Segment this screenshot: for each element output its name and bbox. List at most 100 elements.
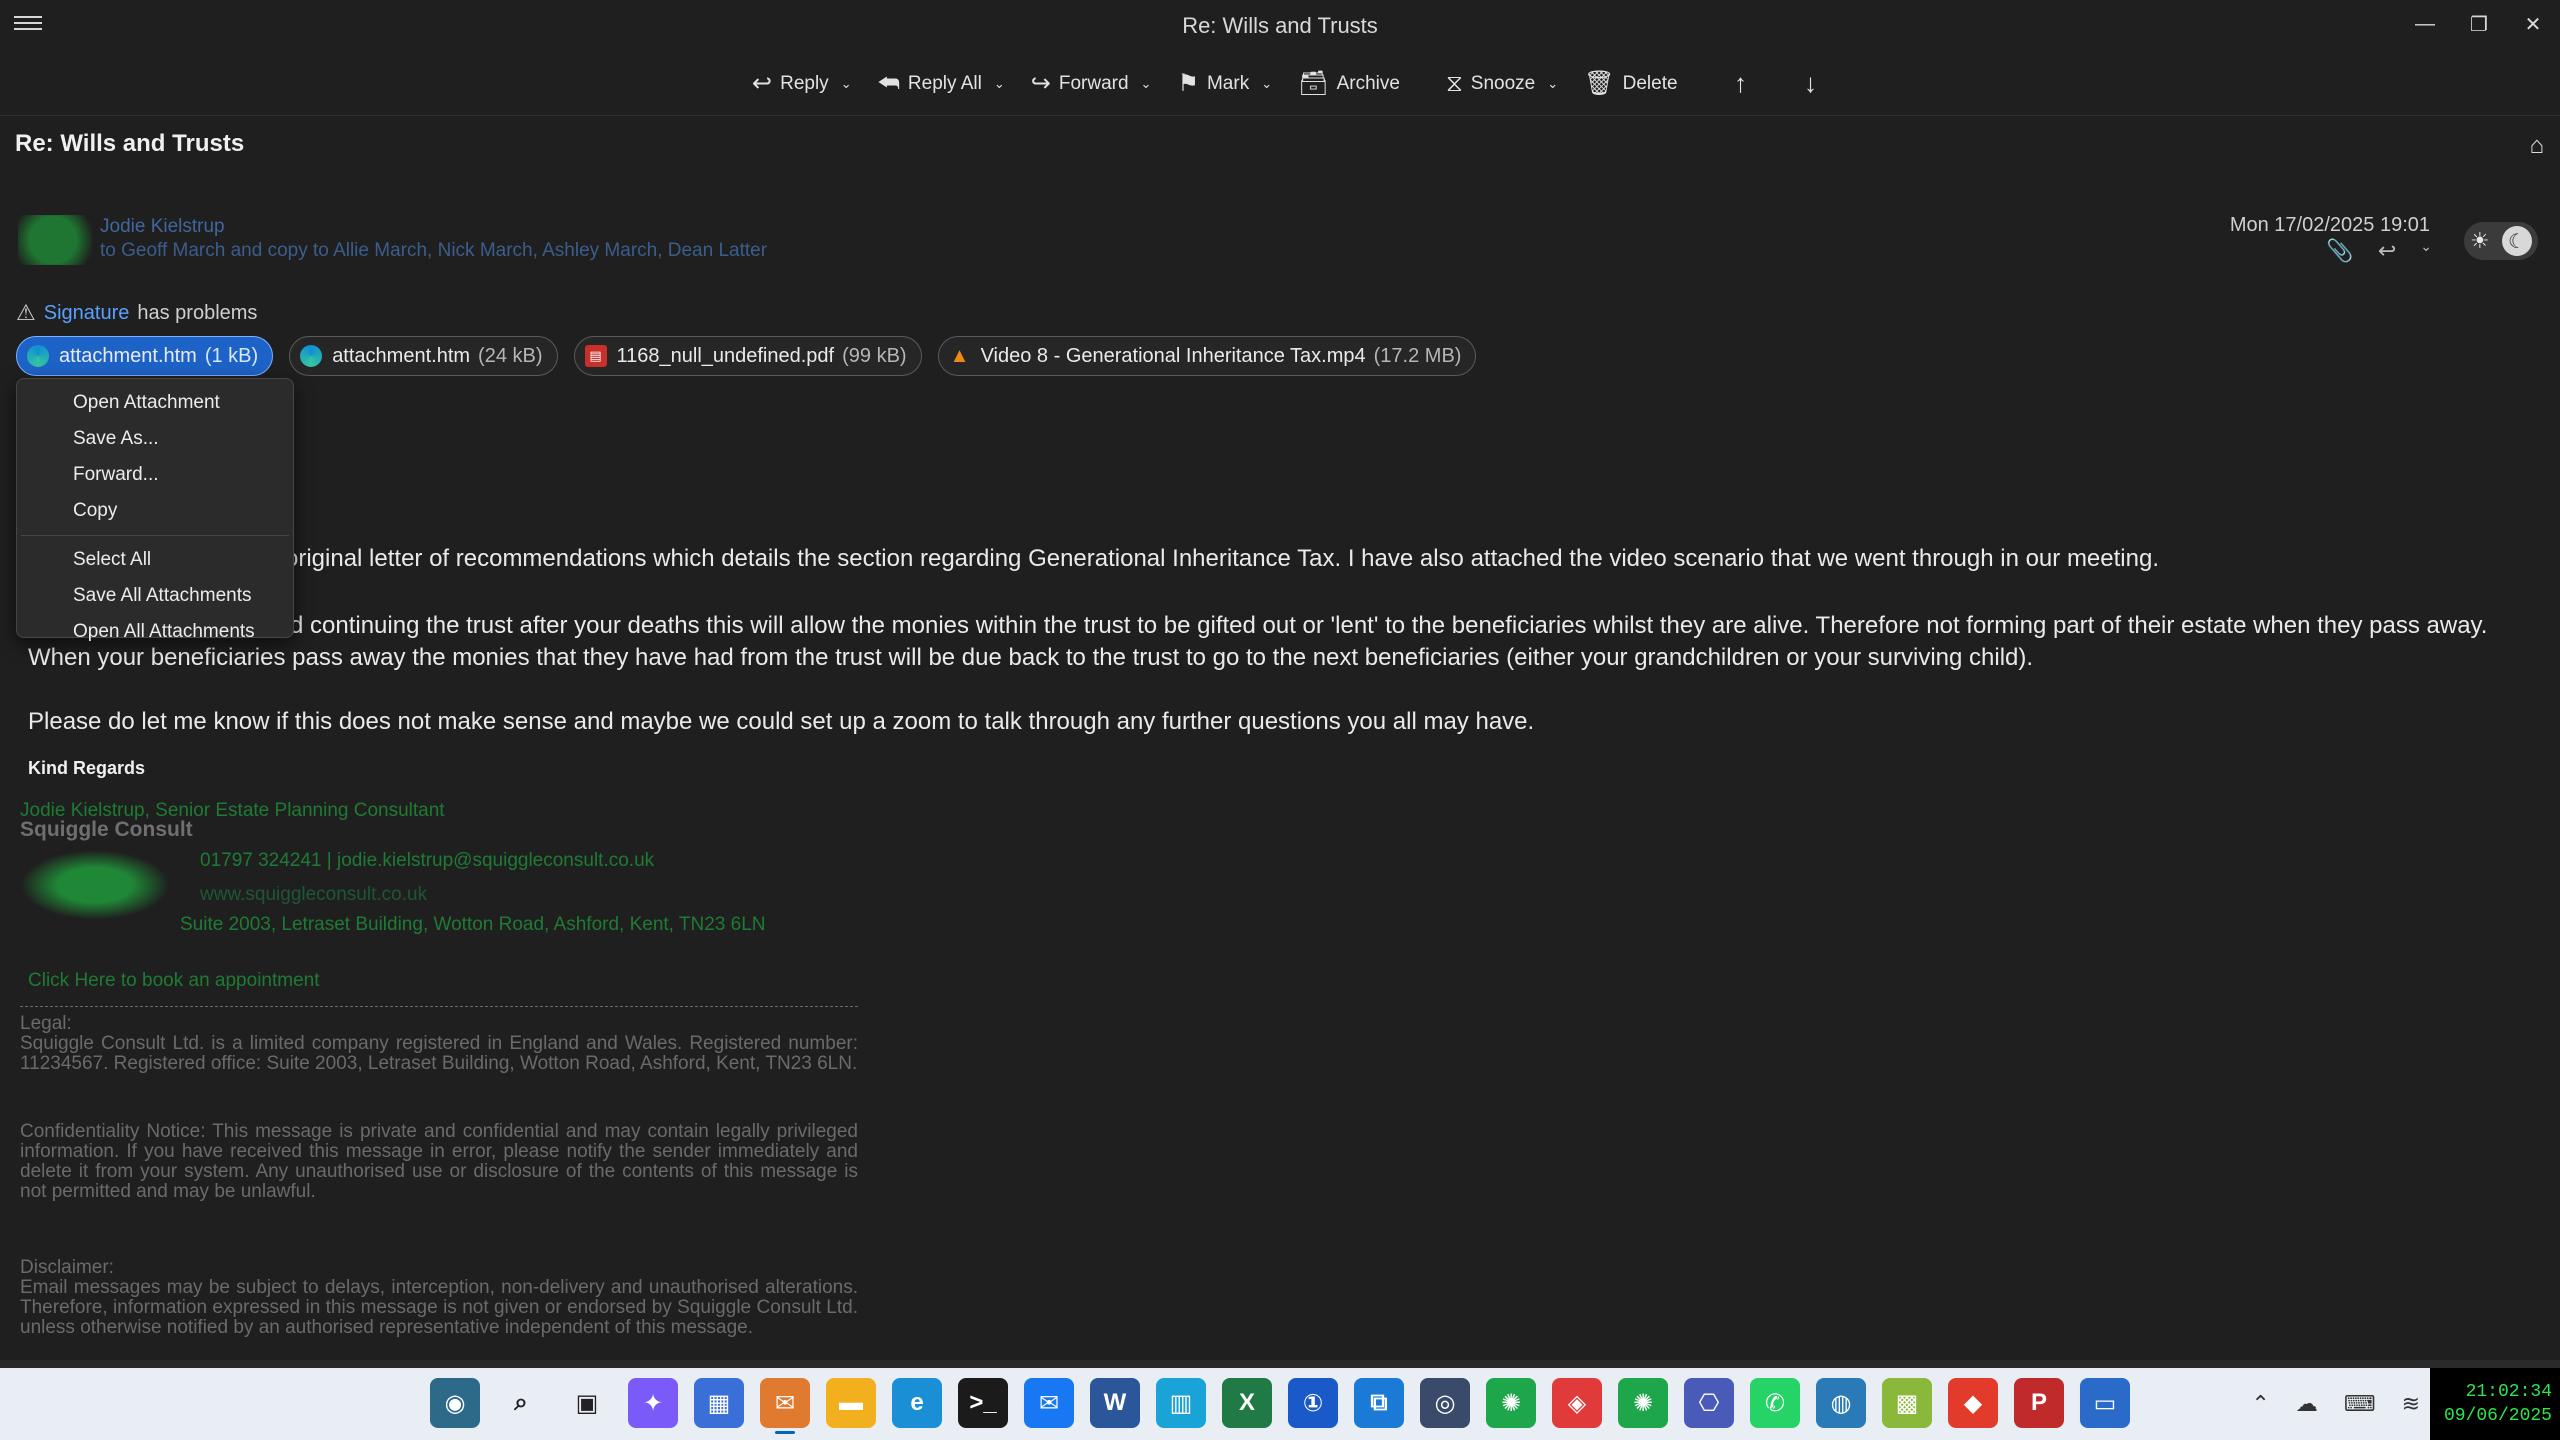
chevron-down-icon[interactable]: ⌄ [841,76,852,92]
app-green-2-icon[interactable]: ✺ [1618,1378,1668,1428]
chevron-down-icon[interactable]: ⌄ [2420,238,2432,264]
wifi-icon[interactable]: ≋ [2402,1391,2420,1417]
theme-toggle[interactable]: ☀ ☾ [2464,222,2538,260]
window-controls: — ❐ ✕ [2398,0,2560,48]
chevron-down-icon[interactable]: ⌄ [1261,76,1272,92]
chevron-down-icon[interactable]: ⌄ [994,76,1005,92]
forward-icon: ↪ [1030,70,1051,97]
keyboard-icon[interactable]: ⌨ [2344,1391,2376,1417]
tag-icon[interactable]: ⌂ [2530,132,2545,160]
reply-label: Reply [780,72,829,94]
signature-warning-text: has problems [137,301,258,324]
snooze-label: Snooze [1470,72,1536,94]
menu-save-all-attachments[interactable]: Save All Attachments [17,578,293,614]
vpn-icon[interactable]: ◍ [1816,1378,1866,1428]
attachment-size: (1 kB) [204,344,259,367]
flag-icon: ⚑ [1177,70,1199,97]
signature-address: Suite 2003, Letraset Building, Wotton Ro… [180,914,766,935]
menu-copy[interactable]: Copy [17,493,293,529]
calendar-icon[interactable]: ▦ [694,1378,744,1428]
onedrive-icon[interactable]: ☁ [2296,1391,2318,1417]
title-bar: Re: Wills and Trusts — ❐ ✕ [0,0,2560,52]
menu-open-attachment[interactable]: Open Attachment [17,385,293,421]
signature-link[interactable]: Signature [44,302,130,325]
whatsapp-icon[interactable]: ✆ [1750,1378,1800,1428]
archive-button[interactable]: 🗃 Archive [1290,64,1408,104]
camera-icon[interactable]: ◎ [1420,1378,1470,1428]
signature-company: Squiggle Consult [20,818,193,841]
messenger-icon[interactable]: ✉ [1024,1378,1074,1428]
attachment-chip[interactable]: attachment.htm (1 kB) [16,336,274,376]
excel-icon[interactable]: X [1222,1378,1272,1428]
menu-icon[interactable] [14,12,42,36]
reply-button[interactable]: ↩ Reply ⌄ [744,64,860,104]
1password-icon[interactable]: ① [1288,1378,1338,1428]
snooze-button[interactable]: ⧖ Snooze ⌄ [1438,64,1566,104]
sign-off: Kind Regards [28,758,146,778]
body-paragraph: original letter of recommendations which… [285,545,2159,572]
attachment-name: 1168_null_undefined.pdf [616,344,835,367]
restore-button[interactable]: ❐ [2452,0,2506,48]
clock[interactable]: 21:02:34 09/06/2025 [2430,1368,2560,1440]
search-icon[interactable]: ⌕ [496,1378,546,1428]
azure-data-icon[interactable]: ▥ [1156,1378,1206,1428]
app-checker-icon[interactable]: ▩ [1882,1378,1932,1428]
mark-button[interactable]: ⚑ Mark ⌄ [1169,64,1280,104]
menu-open-all-attachments[interactable]: Open All Attachments [17,614,293,650]
message-toolbar: ↩ Reply ⌄ ⮪ Reply All ⌄ ↪ Forward ⌄ ⚑ Ma… [0,52,2560,116]
taskbar-apps: ◉ ⌕ ▣ ✦ ▦ ✉ ▬ e >_ ✉ W ▥ X ① ⧉ ◎ ✺ ◈ ✺ ⎔ ✆ ◍ ▩ ◆ P ▭ [430,1378,2130,1434]
word-icon[interactable]: W [1090,1378,1140,1428]
book-appointment-link[interactable]: Click Here to book an appointment [28,970,320,992]
widgets-icon[interactable]: ◉ [430,1378,480,1428]
next-message-icon[interactable]: ↓ [1786,68,1836,99]
vlc-icon: ▲ [949,344,970,367]
forward-button[interactable]: ↪ Forward ⌄ [1023,64,1160,104]
attachment-chip[interactable]: attachment.htm (24 kB) [289,336,558,376]
taskview-icon[interactable]: ▣ [562,1378,612,1428]
terminal-icon[interactable]: >_ [958,1378,1008,1428]
app-red-icon[interactable]: ◈ [1552,1378,1602,1428]
delete-button[interactable]: 🗑 Delete [1576,64,1685,104]
copilot-icon[interactable]: ✦ [628,1378,678,1428]
confidentiality-text: Confidentiality Notice: This message is … [20,1121,858,1202]
reply-all-button[interactable]: ⮪ Reply All ⌄ [870,64,1013,104]
chevron-down-icon[interactable]: ⌄ [1547,76,1558,92]
edge-icon [300,345,323,367]
minimize-button[interactable]: — [2398,0,2452,48]
pdf-app-icon[interactable]: P [2014,1378,2064,1428]
signature-warning: ⚠ Signature has problems [16,300,257,326]
message-subject: Re: Wills and Trusts [15,130,245,157]
sender-name[interactable]: Jodie Kielstrup [100,216,225,238]
menu-select-all[interactable]: Select All [17,542,293,578]
menu-forward[interactable]: Forward... [17,457,293,493]
previous-message-icon[interactable]: ↑ [1716,68,1766,99]
network-icon[interactable]: ⎔ [1684,1378,1734,1428]
horizontal-scrollbar[interactable] [0,1360,2560,1368]
moon-icon: ☾ [2502,226,2532,256]
monitor-icon[interactable]: ▭ [2080,1378,2130,1428]
thunderbird-icon[interactable]: ✉ [760,1378,810,1434]
remote-desktop-icon[interactable]: ⧉ [1354,1378,1404,1428]
signature-website[interactable]: www.squiggleconsult.co.uk [200,884,427,906]
menu-save-as[interactable]: Save As... [17,421,293,457]
edge-icon[interactable]: e [892,1378,942,1428]
delete-label: Delete [1622,72,1678,94]
attachment-name: attachment.htm [332,344,471,367]
chevron-down-icon[interactable]: ⌄ [1141,76,1152,92]
reply-icon: ↩ [752,70,773,97]
disclaimer-heading: Disclaimer: [20,1257,114,1278]
recipients-line: to Geoff March and copy to Allie March, … [100,240,768,261]
reply-all-label: Reply All [907,72,982,94]
attachment-icon[interactable]: 📎 [2326,238,2353,264]
signature-contact[interactable]: 01797 324241 | jodie.kielstrup@squigglec… [200,850,654,872]
app-green-1-icon[interactable]: ✺ [1486,1378,1536,1428]
file-explorer-icon[interactable]: ▬ [826,1378,876,1428]
reply-icon[interactable]: ↩ [2378,238,2396,264]
anydesk-icon[interactable]: ◆ [1948,1378,1998,1428]
body-paragraph: d continuing the trust after your deaths… [290,612,2488,639]
chevron-up-icon[interactable]: ⌃ [2251,1391,2269,1417]
close-button[interactable]: ✕ [2506,0,2560,48]
disclaimer-text: Email messages may be subject to delays,… [20,1277,858,1338]
attachment-chip[interactable]: ▲ Video 8 - Generational Inheritance Tax… [937,336,1477,376]
attachment-chip[interactable]: ▤ 1168_null_undefined.pdf (99 kB) [573,336,922,376]
